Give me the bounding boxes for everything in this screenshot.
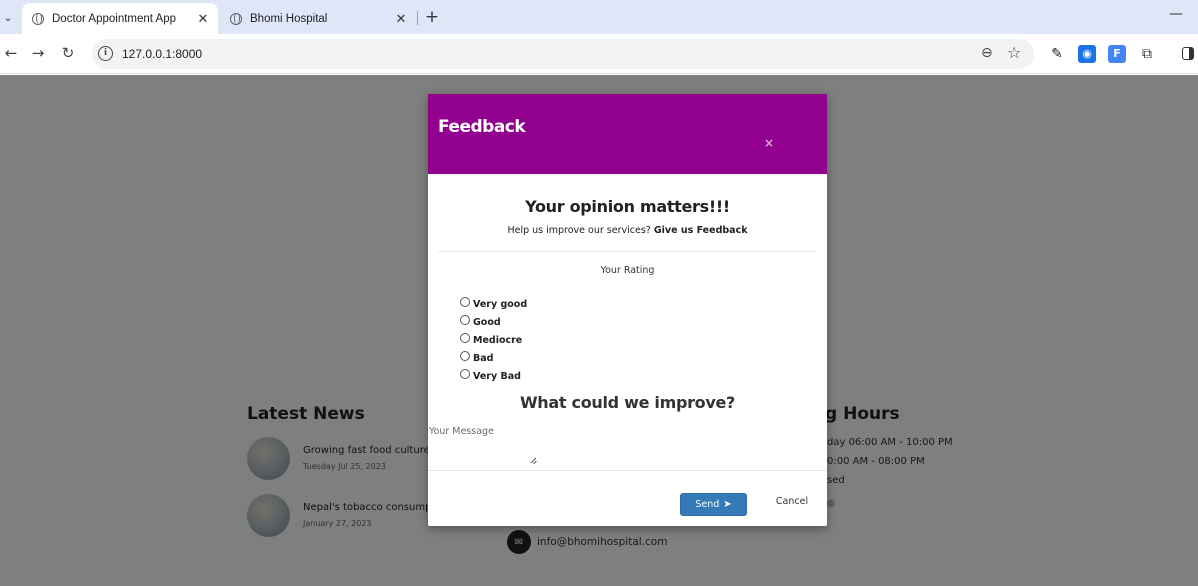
tab-doctor-appointment[interactable]: Doctor Appointment App ✕ [22,3,218,34]
rating-option-very-bad[interactable]: Very Bad [460,369,521,383]
tab-title: Bhomi Hospital [250,12,328,25]
form-extension-icon[interactable]: F [1108,45,1126,63]
radio-button[interactable] [460,369,470,379]
rating-option-very-good[interactable]: Very good [460,297,527,311]
bookmark-star-icon[interactable]: ☆ [1007,43,1021,62]
zoom-icon[interactable]: ⊖ [981,45,993,61]
send-button[interactable]: Send ➤ [680,493,747,516]
improve-heading: What could we improve? [519,393,736,412]
tab-title: Doctor Appointment App [52,12,177,25]
rating-option-bad[interactable]: Bad [460,351,493,365]
new-tab-plus-icon[interactable]: + [423,6,441,28]
site-info-icon[interactable]: i [98,46,113,61]
rating-option-label: Mediocre [473,334,523,346]
forward-arrow-icon[interactable]: → [27,42,49,64]
resize-handle-icon[interactable] [529,457,537,465]
close-icon[interactable]: × [764,136,774,150]
eyedropper-extension-icon[interactable]: ✎ [1048,45,1066,63]
footer-divider [428,470,827,471]
subline-bold: Give us Feedback [653,225,748,236]
feedback-modal: Feedback × Your opinion matters!!! Help … [428,94,827,526]
feedback-subline: Help us improve our services? Give us Fe… [428,225,827,236]
close-tab-icon[interactable]: ✕ [194,11,212,27]
address-url: 127.0.0.1:8000 [122,47,203,61]
web-page: Latest News Growing fast food culture Tu… [0,75,1198,586]
modal-header: Feedback × [428,94,827,174]
modal-title: Feedback [438,117,526,137]
globe-icon [230,12,242,25]
rating-label: Your Rating [600,265,655,276]
message-textarea[interactable] [428,425,538,466]
address-bar[interactable]: i 127.0.0.1:8000 ⊖ ☆ [92,39,1034,69]
side-panel-icon[interactable] [1182,47,1194,60]
tab-bhomi-hospital[interactable]: Bhomi Hospital ✕ [220,3,416,34]
send-label: Send [695,499,720,510]
radio-button[interactable] [460,351,470,361]
back-arrow-icon[interactable]: ← [0,42,22,64]
rating-option-mediocre[interactable]: Mediocre [460,333,522,347]
radio-button[interactable] [460,315,470,325]
subline-prefix: Help us improve our services? [507,225,651,236]
rating-option-label: Very good [473,298,528,310]
minimize-window-icon[interactable]: — [1168,6,1184,26]
paper-plane-icon: ➤ [723,499,732,510]
close-tab-icon[interactable]: ✕ [392,11,410,27]
rating-option-label: Bad [473,352,494,364]
radio-button[interactable] [460,297,470,307]
tab-separator [417,11,418,25]
cancel-button[interactable]: Cancel [767,491,817,511]
feedback-headline: Your opinion matters!!! [525,197,730,216]
camera-extension-icon[interactable]: ◉ [1078,45,1096,63]
rating-option-label: Good [473,316,501,328]
divider [438,251,817,252]
tab-search-chevron-icon[interactable]: ⌄ [0,4,16,30]
reload-icon[interactable]: ↻ [57,42,79,64]
globe-icon [32,12,44,25]
rating-option-good[interactable]: Good [460,315,501,329]
extensions-puzzle-icon[interactable]: ⧉ [1138,45,1156,63]
browser-toolbar: ← → ↻ i 127.0.0.1:8000 ⊖ ☆ ✎ ◉ F ⧉ [0,34,1198,74]
radio-button[interactable] [460,333,470,343]
rating-option-label: Very Bad [473,370,521,382]
browser-tab-bar: ⌄ Doctor Appointment App ✕ Bhomi Hospita… [0,0,1198,34]
